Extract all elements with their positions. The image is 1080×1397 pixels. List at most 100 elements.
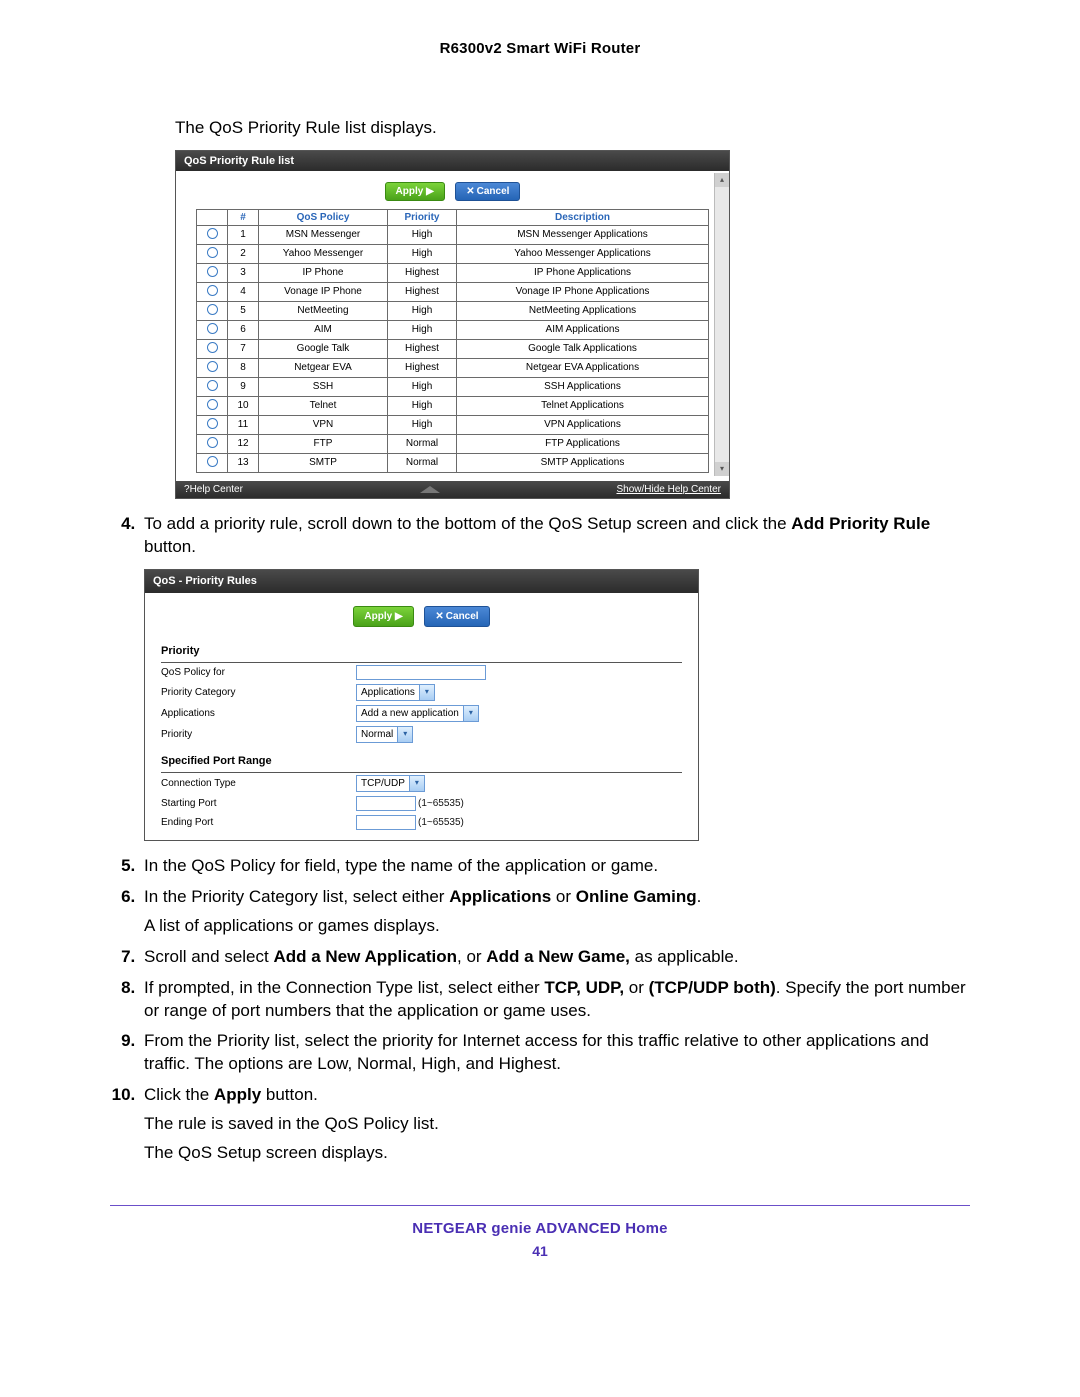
priority-cell: Highest	[388, 339, 457, 358]
page-header-title: R6300v2 Smart WiFi Router	[110, 40, 970, 57]
num-cell: 13	[228, 453, 259, 472]
radio-cell[interactable]	[197, 282, 228, 301]
step10-sub2: The QoS Setup screen displays.	[144, 1142, 970, 1165]
radio-cell[interactable]	[197, 244, 228, 263]
table-row: 8Netgear EVAHighestNetgear EVA Applicati…	[197, 358, 709, 377]
table-row: 4Vonage IP PhoneHighestVonage IP Phone A…	[197, 282, 709, 301]
port-hint: (1~65535)	[418, 816, 464, 830]
applications-select[interactable]: Add a new application▾	[356, 705, 479, 722]
desc-cell: MSN Messenger Applications	[457, 225, 709, 244]
policy-cell: VPN	[259, 415, 388, 434]
radio-icon	[207, 342, 218, 353]
col-priority: Priority	[388, 209, 457, 225]
step-4: To add a priority rule, scroll down to t…	[140, 513, 970, 841]
label-qos-policy-for: QoS Policy for	[161, 666, 356, 680]
step-9: From the Priority list, select the prior…	[140, 1030, 970, 1076]
cancel-label: Cancel	[446, 611, 479, 622]
qos-priority-rules-screenshot: QoS - Priority Rules Apply ▶ ✕Cancel Pri…	[144, 569, 699, 841]
desc-cell: NetMeeting Applications	[457, 301, 709, 320]
cancel-button[interactable]: ✕Cancel	[424, 606, 489, 628]
num-cell: 4	[228, 282, 259, 301]
t: as applicable.	[630, 947, 739, 966]
policy-cell: Yahoo Messenger	[259, 244, 388, 263]
num-cell: 6	[228, 320, 259, 339]
table-row: 13SMTPNormalSMTP Applications	[197, 453, 709, 472]
radio-cell[interactable]	[197, 453, 228, 472]
priority-cell: Highest	[388, 282, 457, 301]
desc-cell: SMTP Applications	[457, 453, 709, 472]
label-applications: Applications	[161, 707, 356, 721]
apply-button[interactable]: Apply ▶	[385, 182, 445, 201]
table-row: 12FTPNormalFTP Applications	[197, 434, 709, 453]
radio-cell[interactable]	[197, 263, 228, 282]
priority-heading: Priority	[161, 641, 682, 663]
help-center-link[interactable]: ?Help Center	[184, 484, 243, 495]
scroll-down-icon[interactable]: ▾	[715, 462, 729, 476]
radio-cell[interactable]	[197, 396, 228, 415]
radio-cell[interactable]	[197, 415, 228, 434]
show-hide-help-link[interactable]: Show/Hide Help Center	[616, 484, 721, 495]
priority-cell: High	[388, 301, 457, 320]
policy-cell: NetMeeting	[259, 301, 388, 320]
ending-port-input[interactable]	[356, 815, 416, 830]
table-row: 3IP PhoneHighestIP Phone Applications	[197, 263, 709, 282]
radio-cell[interactable]	[197, 434, 228, 453]
policy-cell: AIM	[259, 320, 388, 339]
t: Add a New Application	[273, 947, 457, 966]
starting-port-input[interactable]	[356, 796, 416, 811]
radio-cell[interactable]	[197, 225, 228, 244]
cancel-button[interactable]: ✕Cancel	[455, 182, 520, 201]
policy-cell: FTP	[259, 434, 388, 453]
desc-cell: Netgear EVA Applications	[457, 358, 709, 377]
select-value: Normal	[357, 728, 397, 742]
col-radio	[197, 209, 228, 225]
desc-cell: IP Phone Applications	[457, 263, 709, 282]
chevron-down-icon: ▾	[409, 776, 424, 791]
apply-button[interactable]: Apply ▶	[353, 606, 413, 628]
select-value: Applications	[357, 686, 419, 700]
radio-icon	[207, 418, 218, 429]
connection-type-select[interactable]: TCP/UDP▾	[356, 775, 425, 792]
priority-select[interactable]: Normal▾	[356, 726, 413, 743]
radio-cell[interactable]	[197, 339, 228, 358]
step-10: Click the Apply button. The rule is save…	[140, 1084, 970, 1165]
table-row: 6AIMHighAIM Applications	[197, 320, 709, 339]
qos-policy-for-input[interactable]	[356, 665, 486, 680]
t: Scroll and select	[144, 947, 273, 966]
t: or	[551, 887, 576, 906]
priority-category-select[interactable]: Applications▾	[356, 684, 435, 701]
label-connection-type: Connection Type	[161, 777, 356, 791]
radio-cell[interactable]	[197, 377, 228, 396]
help-center-label: Help Center	[190, 484, 243, 495]
scroll-up-icon[interactable]: ▴	[715, 173, 729, 187]
radio-icon	[207, 285, 218, 296]
table-row: 11VPNHighVPN Applications	[197, 415, 709, 434]
radio-cell[interactable]	[197, 358, 228, 377]
qos-table: # QoS Policy Priority Description 1MSN M…	[196, 209, 709, 473]
priority-cell: Highest	[388, 358, 457, 377]
col-num: #	[228, 209, 259, 225]
expand-up-icon[interactable]	[420, 486, 440, 493]
table-row: 9SSHHighSSH Applications	[197, 377, 709, 396]
label-ending-port: Ending Port	[161, 816, 356, 830]
radio-cell[interactable]	[197, 301, 228, 320]
select-value: TCP/UDP	[357, 777, 409, 791]
scrollbar[interactable]: ▴ ▾	[714, 173, 729, 476]
radio-icon	[207, 304, 218, 315]
desc-cell: FTP Applications	[457, 434, 709, 453]
chevron-down-icon: ▾	[419, 685, 434, 700]
radio-icon	[207, 399, 218, 410]
t: Click the	[144, 1085, 214, 1104]
policy-cell: Netgear EVA	[259, 358, 388, 377]
radio-icon	[207, 228, 218, 239]
label-starting-port: Starting Port	[161, 797, 356, 811]
priority-cell: High	[388, 244, 457, 263]
policy-cell: Vonage IP Phone	[259, 282, 388, 301]
policy-cell: SSH	[259, 377, 388, 396]
num-cell: 10	[228, 396, 259, 415]
radio-cell[interactable]	[197, 320, 228, 339]
step6-sub: A list of applications or games displays…	[144, 915, 970, 938]
num-cell: 12	[228, 434, 259, 453]
footer-rule	[110, 1205, 970, 1206]
num-cell: 9	[228, 377, 259, 396]
